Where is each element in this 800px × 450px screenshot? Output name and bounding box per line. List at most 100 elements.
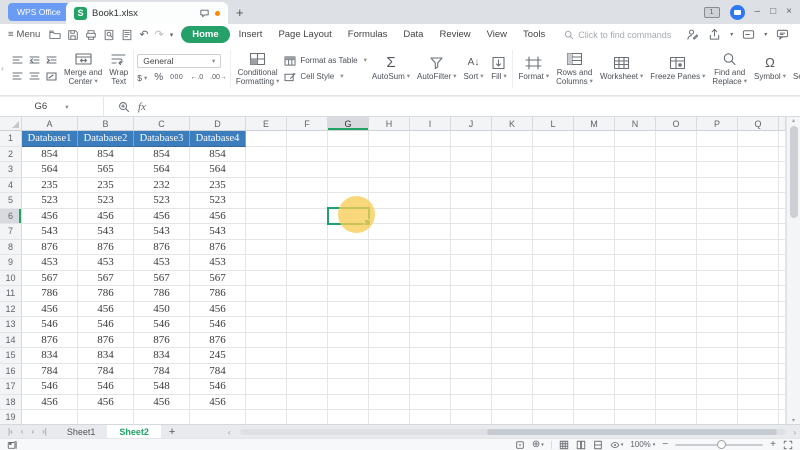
name-box[interactable]: G6 bbox=[0, 97, 104, 116]
cell-E18[interactable] bbox=[246, 395, 287, 411]
cell-K12[interactable] bbox=[492, 302, 533, 318]
cell-J4[interactable] bbox=[451, 178, 492, 194]
cell-E3[interactable] bbox=[246, 162, 287, 178]
cell-K17[interactable] bbox=[492, 379, 533, 395]
cell-A14[interactable]: 876 bbox=[22, 333, 78, 349]
cell-O10[interactable] bbox=[656, 271, 697, 287]
page-break-view-icon[interactable] bbox=[593, 440, 603, 450]
cell-O7[interactable] bbox=[656, 224, 697, 240]
cell-J15[interactable] bbox=[451, 348, 492, 364]
decrease-decimal-icon[interactable]: .00→ bbox=[210, 74, 227, 81]
currency-format-icon[interactable]: $ bbox=[137, 73, 147, 83]
cell-M10[interactable] bbox=[574, 271, 615, 287]
row-header-18[interactable]: 18 bbox=[0, 395, 22, 411]
cell-M14[interactable] bbox=[574, 333, 615, 349]
cell-I18[interactable] bbox=[410, 395, 451, 411]
cell-E12[interactable] bbox=[246, 302, 287, 318]
cell-J19[interactable] bbox=[451, 410, 492, 424]
cell-J13[interactable] bbox=[451, 317, 492, 333]
cell-K8[interactable] bbox=[492, 240, 533, 256]
cell-D1[interactable]: Database4 bbox=[190, 131, 246, 147]
close-button[interactable]: × bbox=[786, 0, 792, 24]
cell-K4[interactable] bbox=[492, 178, 533, 194]
cell-O17[interactable] bbox=[656, 379, 697, 395]
cell-N11[interactable] bbox=[615, 286, 656, 302]
column-header-P[interactable]: P bbox=[697, 117, 738, 131]
column-header-F[interactable]: F bbox=[287, 117, 328, 131]
cell-F8[interactable] bbox=[287, 240, 328, 256]
cell-A2[interactable]: 854 bbox=[22, 147, 78, 163]
cell-B2[interactable]: 854 bbox=[78, 147, 134, 163]
cell-L19[interactable] bbox=[533, 410, 574, 424]
cell-P8[interactable] bbox=[697, 240, 738, 256]
cell-N2[interactable] bbox=[615, 147, 656, 163]
cell-N19[interactable] bbox=[615, 410, 656, 424]
cell-I9[interactable] bbox=[410, 255, 451, 271]
cell-N18[interactable] bbox=[615, 395, 656, 411]
cell-G1[interactable] bbox=[328, 131, 369, 147]
cell-H8[interactable] bbox=[369, 240, 410, 256]
find-replace-button[interactable]: Find and Replace bbox=[710, 52, 749, 86]
row-header-16[interactable]: 16 bbox=[0, 364, 22, 380]
cell-H13[interactable] bbox=[369, 317, 410, 333]
cell-O12[interactable] bbox=[656, 302, 697, 318]
cell-K11[interactable] bbox=[492, 286, 533, 302]
cell-C3[interactable]: 564 bbox=[134, 162, 190, 178]
cell-Q16[interactable] bbox=[738, 364, 779, 380]
align-center-icon[interactable] bbox=[29, 72, 40, 81]
cell-Q13[interactable] bbox=[738, 317, 779, 333]
maximize-button[interactable]: □ bbox=[770, 0, 776, 24]
cell-J12[interactable] bbox=[451, 302, 492, 318]
cell-M1[interactable] bbox=[574, 131, 615, 147]
cell-B17[interactable]: 546 bbox=[78, 379, 134, 395]
row-header-1[interactable]: 1 bbox=[0, 131, 22, 147]
tab-view[interactable]: View bbox=[480, 27, 514, 42]
cell-P10[interactable] bbox=[697, 271, 738, 287]
increase-indent-icon[interactable] bbox=[46, 56, 57, 65]
cell-Q2[interactable] bbox=[738, 147, 779, 163]
cell-H11[interactable] bbox=[369, 286, 410, 302]
cell-E5[interactable] bbox=[246, 193, 287, 209]
cell-A11[interactable]: 786 bbox=[22, 286, 78, 302]
cell-A18[interactable]: 456 bbox=[22, 395, 78, 411]
cell-I13[interactable] bbox=[410, 317, 451, 333]
cell-Q17[interactable] bbox=[738, 379, 779, 395]
cell-D14[interactable]: 876 bbox=[190, 333, 246, 349]
cell-P6[interactable] bbox=[697, 209, 738, 225]
cell-D16[interactable]: 784 bbox=[190, 364, 246, 380]
cell-G2[interactable] bbox=[328, 147, 369, 163]
tab-page-layout[interactable]: Page Layout bbox=[271, 27, 338, 42]
align-top-icon[interactable] bbox=[12, 56, 23, 65]
page-setup-icon[interactable] bbox=[121, 29, 133, 41]
formula-input[interactable] bbox=[146, 97, 800, 116]
cell-D15[interactable]: 245 bbox=[190, 348, 246, 364]
cell-L5[interactable] bbox=[533, 193, 574, 209]
comma-format-icon[interactable]: 000 bbox=[170, 74, 183, 81]
cell-M19[interactable] bbox=[574, 410, 615, 424]
column-header-E[interactable]: E bbox=[246, 117, 287, 131]
cell-H16[interactable] bbox=[369, 364, 410, 380]
column-header-O[interactable]: O bbox=[656, 117, 697, 131]
row-header-5[interactable]: 5 bbox=[0, 193, 22, 209]
cell-I17[interactable] bbox=[410, 379, 451, 395]
selection-mode-icon[interactable] bbox=[515, 440, 525, 450]
tab-review[interactable]: Review bbox=[432, 27, 477, 42]
cell-K1[interactable] bbox=[492, 131, 533, 147]
zoom-slider-handle[interactable] bbox=[717, 440, 726, 449]
cell-I10[interactable] bbox=[410, 271, 451, 287]
cell-K13[interactable] bbox=[492, 317, 533, 333]
cell-G9[interactable] bbox=[328, 255, 369, 271]
cell-O19[interactable] bbox=[656, 410, 697, 424]
cell-I15[interactable] bbox=[410, 348, 451, 364]
cell-C1[interactable]: Database3 bbox=[134, 131, 190, 147]
cell-G10[interactable] bbox=[328, 271, 369, 287]
cell-L11[interactable] bbox=[533, 286, 574, 302]
cell-Q1[interactable] bbox=[738, 131, 779, 147]
cell-E19[interactable] bbox=[246, 410, 287, 424]
cell-O5[interactable] bbox=[656, 193, 697, 209]
cell-A13[interactable]: 546 bbox=[22, 317, 78, 333]
cell-C10[interactable]: 567 bbox=[134, 271, 190, 287]
cell-F1[interactable] bbox=[287, 131, 328, 147]
sort-button[interactable]: A↓ Sort bbox=[462, 56, 486, 81]
settings-button[interactable]: Settings bbox=[791, 56, 800, 81]
